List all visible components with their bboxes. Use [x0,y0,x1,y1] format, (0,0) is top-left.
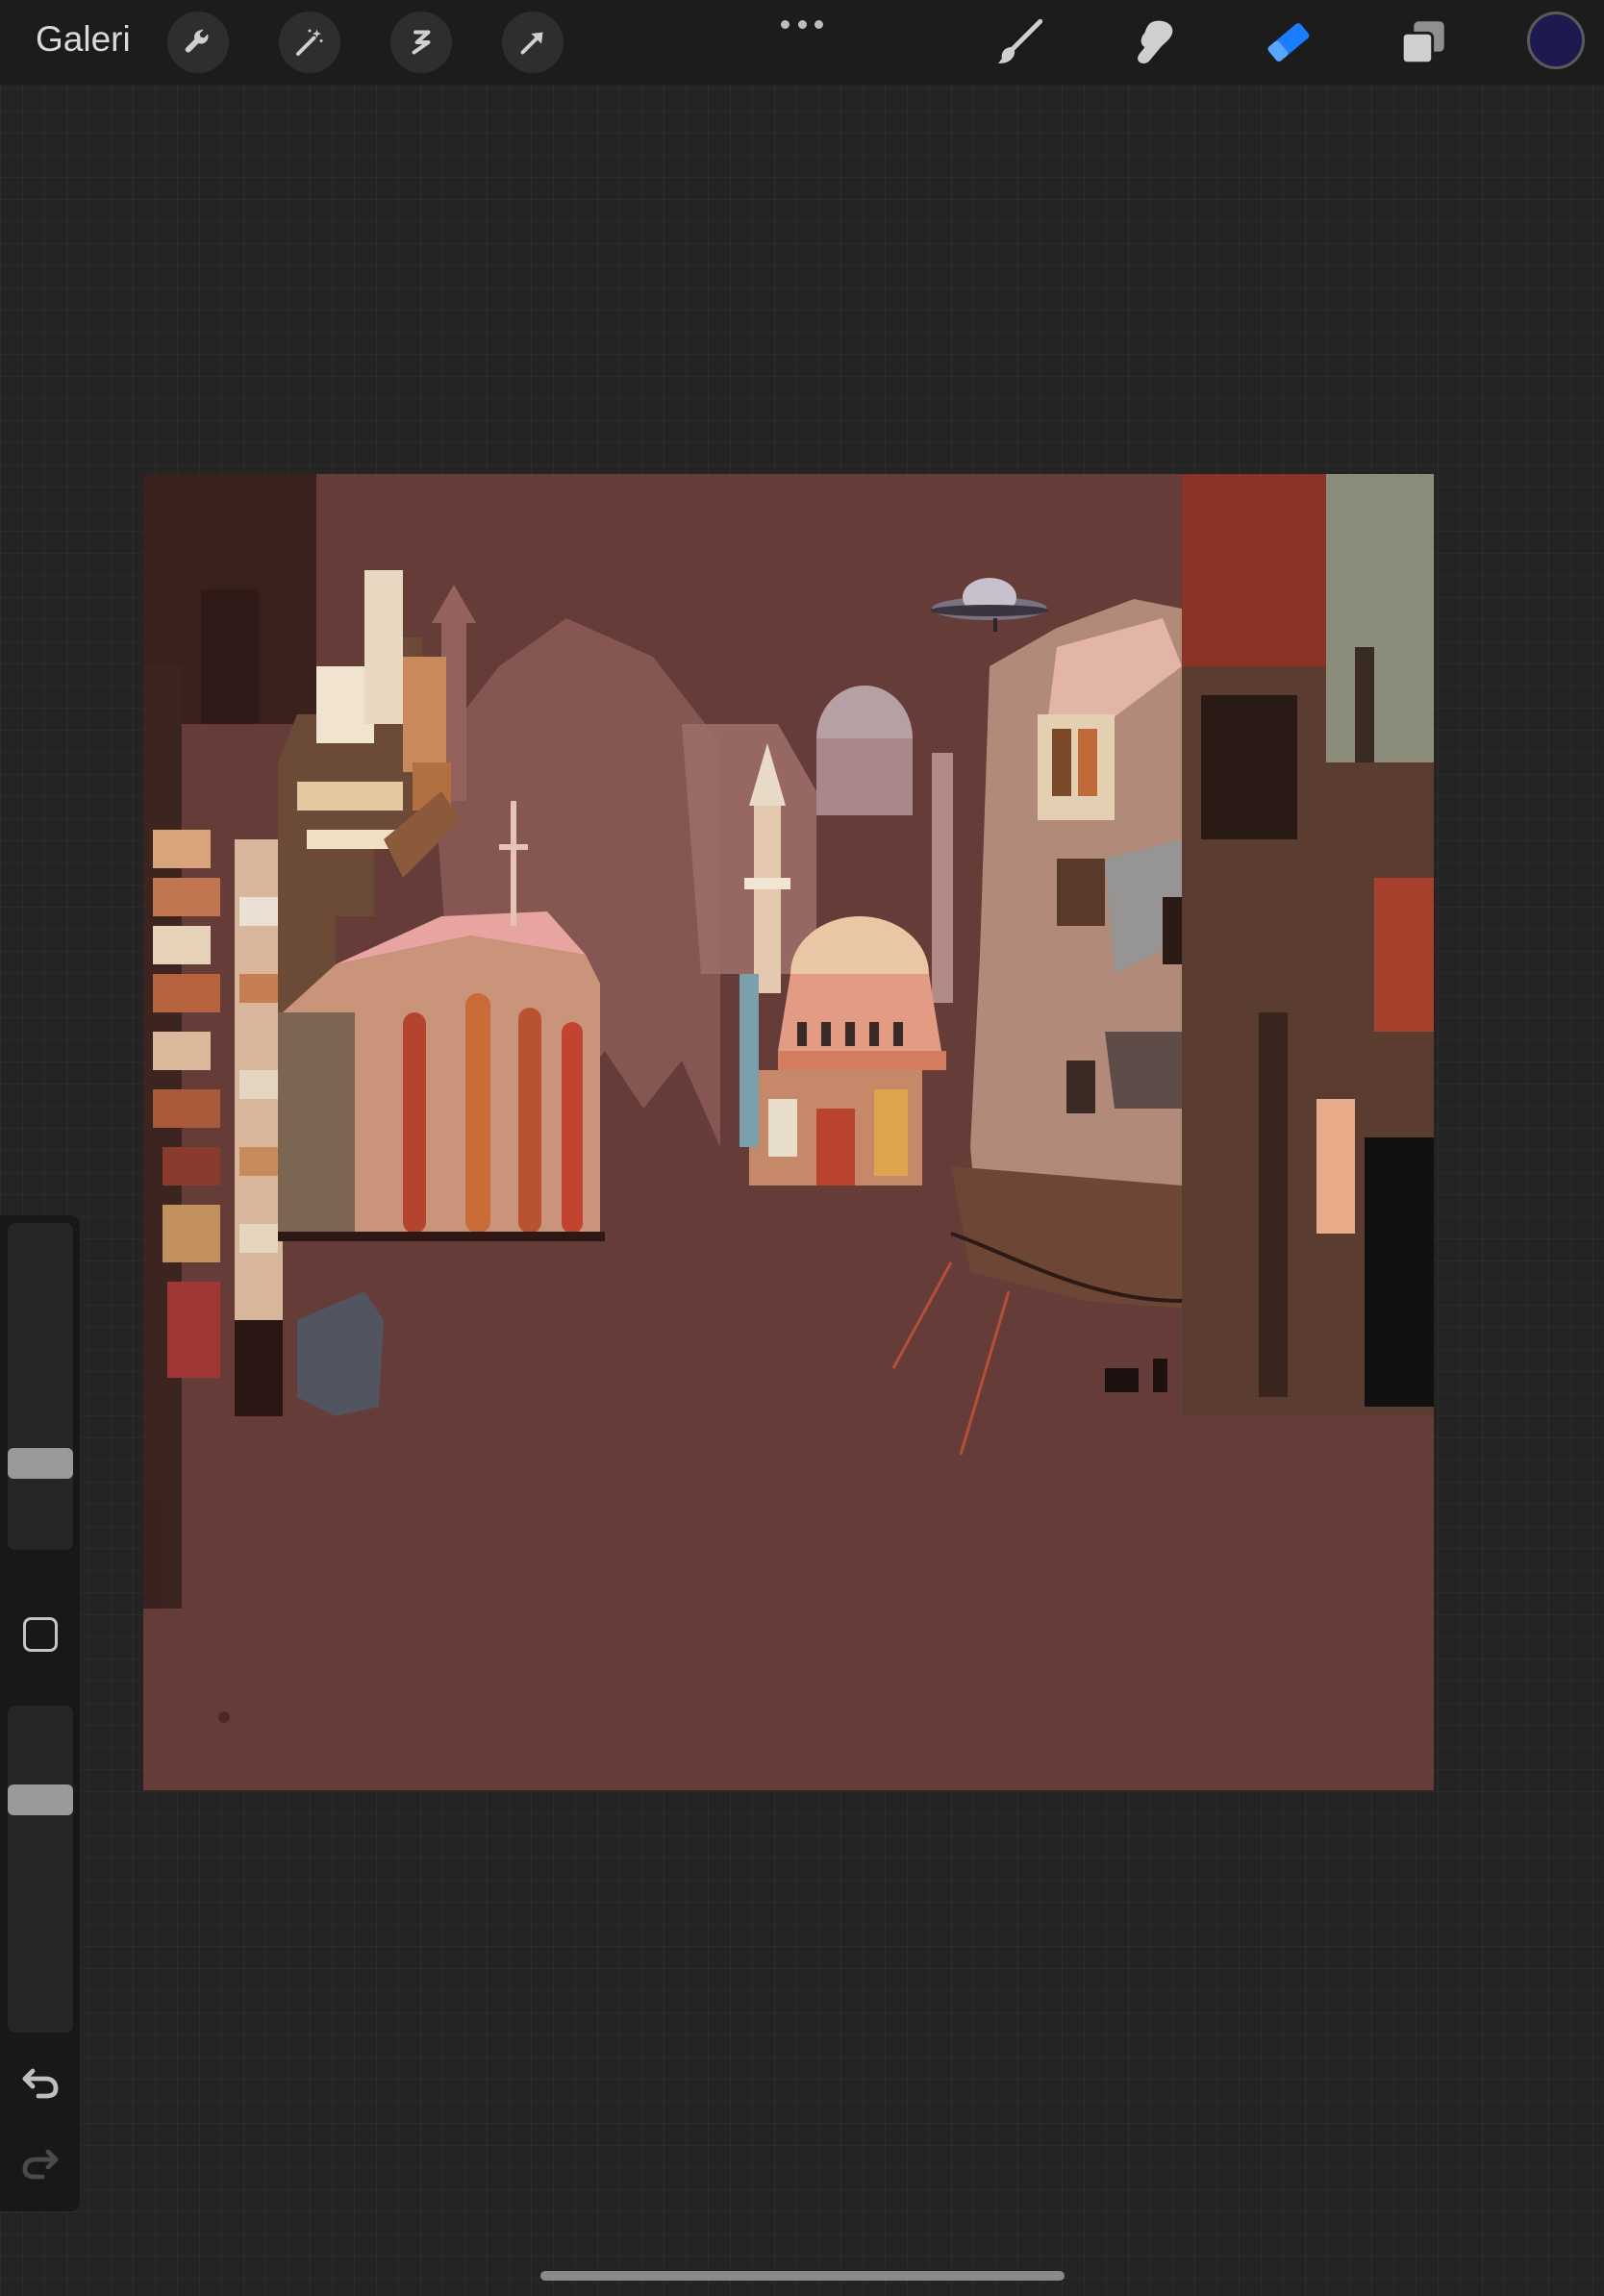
actions-button[interactable] [167,12,229,73]
left-sidebar [0,1215,80,2211]
paint-tool-button[interactable] [989,12,1050,73]
brush-icon [998,18,1043,63]
smudge-tool-button[interactable] [1123,12,1185,73]
dot-icon [797,19,807,29]
eraser-icon [1267,23,1310,62]
home-indicator[interactable] [540,2271,1065,2281]
undo-icon[interactable] [17,2058,63,2104]
wrench-icon [185,29,209,53]
gallery-button[interactable]: Galeri [36,19,131,60]
layers-button[interactable] [1392,12,1454,73]
dot-icon [815,19,823,29]
color-picker-button[interactable] [1527,12,1585,69]
magic-wand-icon [296,29,323,56]
top-toolbar: Galeri [0,0,1604,85]
drawing-canvas[interactable] [143,474,1434,1790]
opacity-slider-thumb[interactable] [8,1784,73,1815]
brush-size-slider-thumb[interactable] [8,1448,73,1479]
selection-button[interactable] [390,12,452,73]
artwork-illustration [143,474,1434,1790]
dot-icon [781,19,789,29]
arrow-cursor-icon [520,32,543,55]
opacity-slider[interactable] [8,1706,73,2033]
transform-button[interactable] [502,12,564,73]
brush-size-slider[interactable] [8,1223,73,1550]
more-options-button[interactable] [781,17,823,31]
layers-icon [1400,21,1444,65]
smudge-icon [1138,20,1173,63]
redo-icon[interactable] [17,2138,63,2184]
erase-tool-button[interactable] [1258,12,1319,73]
adjustments-button[interactable] [279,12,340,73]
selection-icon [412,30,431,55]
modify-button[interactable] [23,1617,58,1652]
